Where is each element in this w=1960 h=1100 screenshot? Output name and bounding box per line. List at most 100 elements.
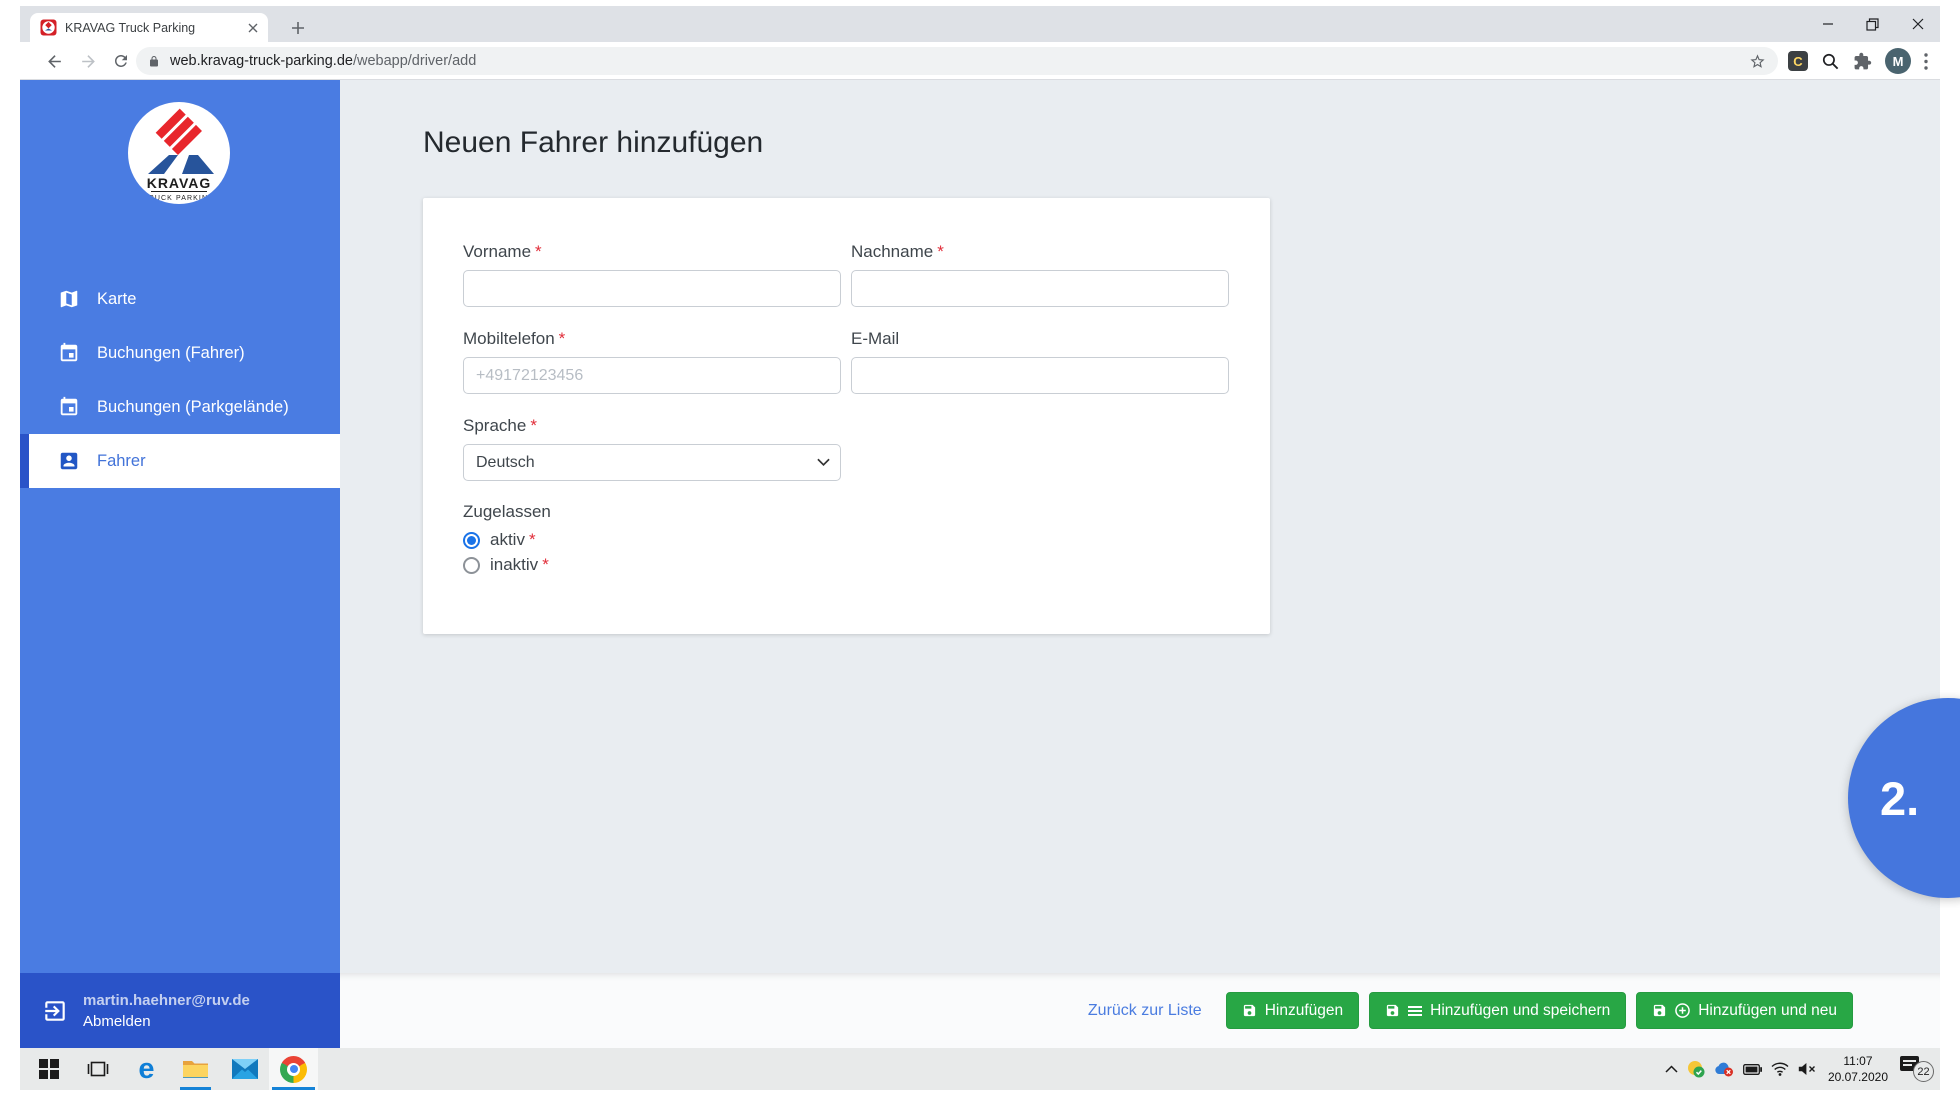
clock-time: 11:07 [1828, 1053, 1888, 1069]
required-asterisk: * [559, 329, 566, 348]
window-restore-button[interactable] [1850, 6, 1895, 42]
back-icon[interactable] [44, 51, 64, 71]
save-icon [1652, 1003, 1667, 1018]
sprache-selected-value: Deutsch [476, 454, 535, 472]
sidebar-item-label: Karte [97, 290, 136, 309]
save-icon [1242, 1003, 1257, 1018]
window-minimize-button[interactable] [1805, 6, 1850, 42]
radio-inaktiv[interactable] [463, 557, 480, 574]
vorname-input[interactable] [463, 270, 841, 307]
account-section: martin.haehner@ruv.de Abmelden [20, 973, 340, 1048]
account-email: martin.haehner@ruv.de [83, 992, 250, 1009]
browser-menu-icon[interactable] [1924, 53, 1928, 70]
nachname-label: Nachname* [851, 242, 944, 262]
taskbar-apps: e [24, 1048, 318, 1090]
required-asterisk: * [535, 242, 542, 261]
task-view-icon [87, 1059, 109, 1079]
sprache-label: Sprache* [463, 416, 537, 436]
mail-button[interactable] [220, 1048, 269, 1090]
sidebar-item-label: Buchungen (Parkgelände) [97, 398, 289, 417]
refresh-icon[interactable] [111, 51, 131, 71]
sidebar-item-label: Fahrer [97, 452, 146, 471]
wifi-icon[interactable] [1771, 1062, 1789, 1076]
logout-link[interactable]: Abmelden [83, 1013, 250, 1030]
url-path: /webapp/driver/add [353, 53, 476, 69]
volume-muted-icon[interactable] [1798, 1062, 1816, 1076]
logout-icon[interactable] [42, 998, 68, 1024]
chevron-down-icon [817, 458, 830, 467]
tray-chevron-icon[interactable] [1665, 1065, 1678, 1073]
button-label: Hinzufügen und neu [1698, 1002, 1837, 1020]
taskbar-clock[interactable]: 11:07 20.07.2020 [1828, 1053, 1888, 1085]
new-tab-button[interactable] [288, 18, 308, 38]
toolbar-extensions: C M [1788, 42, 1928, 80]
required-asterisk: * [530, 416, 537, 435]
logo-text-truck-parking: TRUCK PARKING [143, 195, 214, 202]
sidebar-item-karte[interactable]: Karte [20, 272, 340, 326]
antivirus-tray-icon[interactable] [1687, 1060, 1705, 1078]
tab-close-icon[interactable] [248, 23, 258, 33]
radio-option-aktiv[interactable]: aktiv* [463, 530, 536, 550]
radio-aktiv-label: aktiv* [490, 530, 536, 550]
window-close-button[interactable] [1895, 6, 1940, 42]
radio-aktiv[interactable] [463, 532, 480, 549]
notification-count-badge: 22 [1913, 1061, 1934, 1082]
calendar-icon [58, 342, 80, 364]
sidebar-item-buchungen-parkgelaende[interactable]: Buchungen (Parkgelände) [20, 380, 340, 434]
email-input[interactable] [851, 357, 1229, 394]
radio-option-inaktiv[interactable]: inaktiv* [463, 555, 549, 575]
page-content: KRAVAG TRUCK PARKING Karte Buchungen (Fa… [20, 80, 1940, 1048]
clock-date: 20.07.2020 [1828, 1069, 1888, 1085]
save-icon [1385, 1003, 1400, 1018]
sidebar-item-buchungen-fahrer[interactable]: Buchungen (Fahrer) [20, 326, 340, 380]
vorname-label: Vorname* [463, 242, 542, 262]
extension-c-icon[interactable]: C [1788, 51, 1808, 71]
chrome-icon [280, 1056, 307, 1083]
email-label: E-Mail [851, 329, 903, 349]
back-to-list-link[interactable]: Zurück zur Liste [1088, 1002, 1202, 1020]
hinzufuegen-und-neu-button[interactable]: Hinzufügen und neu [1636, 992, 1853, 1029]
mobiltelefon-input[interactable] [463, 357, 841, 394]
sprache-select[interactable]: Deutsch [463, 444, 841, 481]
hinzufuegen-button[interactable]: Hinzufügen [1226, 992, 1359, 1029]
footer-actions: Zurück zur Liste Hinzufügen Hinzufügen u… [1088, 992, 1853, 1029]
file-explorer-button[interactable] [171, 1048, 220, 1090]
plus-circle-icon [1675, 1003, 1690, 1018]
profile-avatar[interactable]: M [1885, 48, 1911, 74]
page-title: Neuen Fahrer hinzufügen [423, 126, 763, 160]
main-panel: Neuen Fahrer hinzufügen Vorname* Nachnam… [340, 80, 1940, 1048]
onedrive-tray-icon[interactable] [1714, 1061, 1734, 1077]
button-label: Hinzufügen [1265, 1002, 1343, 1020]
kravag-favicon-icon [40, 19, 57, 36]
browser-titlebar: KRAVAG Truck Parking [20, 6, 1940, 42]
tab-title: KRAVAG Truck Parking [65, 21, 248, 35]
sidebar-item-fahrer[interactable]: Fahrer [20, 434, 340, 488]
radio-inaktiv-label: inaktiv* [490, 555, 549, 575]
extensions-puzzle-icon[interactable] [1853, 52, 1872, 71]
notification-center[interactable]: 22 [1900, 1056, 1934, 1082]
chrome-taskbar-button[interactable] [269, 1048, 318, 1090]
edge-button[interactable]: e [122, 1048, 171, 1090]
sidebar: KRAVAG TRUCK PARKING Karte Buchungen (Fa… [20, 80, 340, 973]
browser-tab[interactable]: KRAVAG Truck Parking [30, 13, 268, 42]
url-domain: web.kravag-truck-parking.de [170, 53, 353, 69]
required-asterisk: * [937, 242, 944, 261]
search-extension-icon[interactable] [1821, 52, 1840, 71]
required-asterisk: * [542, 555, 549, 574]
hinzufuegen-und-speichern-button[interactable]: Hinzufügen und speichern [1369, 992, 1626, 1029]
person-icon [58, 450, 80, 472]
start-button[interactable] [24, 1048, 73, 1090]
mobiltelefon-label: Mobiltelefon* [463, 329, 565, 349]
bookmark-star-icon[interactable] [1749, 53, 1766, 70]
map-icon [58, 288, 80, 310]
calendar-icon [58, 396, 80, 418]
url-bar[interactable]: web.kravag-truck-parking.de/webapp/drive… [136, 47, 1778, 75]
battery-icon[interactable] [1743, 1064, 1762, 1075]
forward-icon[interactable] [78, 51, 98, 71]
nachname-input[interactable] [851, 270, 1229, 307]
task-view-button[interactable] [73, 1048, 122, 1090]
step-2-label: 2. [1880, 771, 1919, 826]
screen: KRAVAG Truck Parking [0, 0, 1960, 1100]
list-icon [1408, 1005, 1422, 1017]
sidebar-item-label: Buchungen (Fahrer) [97, 344, 245, 363]
